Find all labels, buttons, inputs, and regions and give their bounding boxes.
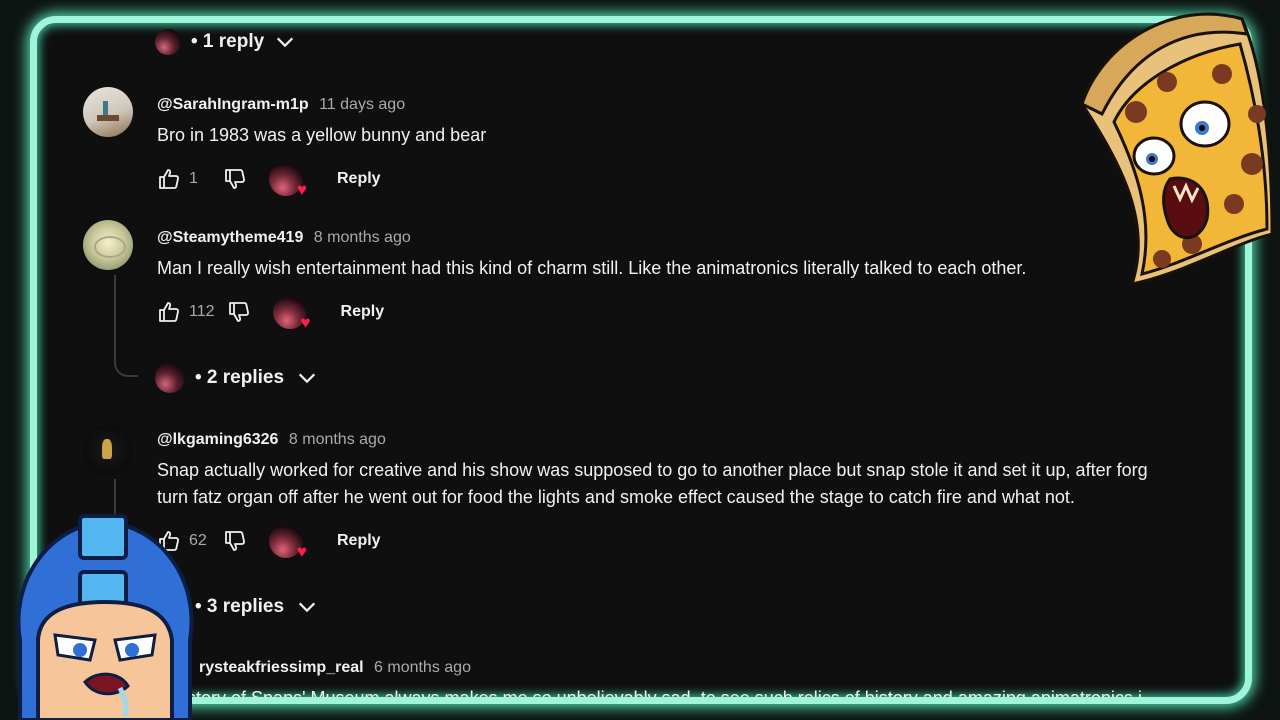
thread-connector: [114, 341, 138, 377]
comment-time[interactable]: 11 days ago: [319, 96, 405, 113]
chevron-down-icon: [298, 602, 316, 613]
avatar[interactable]: [83, 220, 133, 270]
like-count: 1: [189, 170, 198, 187]
comment-header: @Steamytheme419 8 months ago: [157, 229, 411, 247]
thumbs-down-icon[interactable]: [227, 300, 251, 324]
creator-heart-avatar: ♥: [269, 162, 307, 198]
chevron-down-icon: [277, 37, 294, 48]
comment-author[interactable]: rysteakfriessimp_real: [199, 659, 364, 676]
chevron-down-icon: [298, 373, 316, 384]
avatar[interactable]: [83, 87, 133, 137]
thumbs-down-icon[interactable]: [223, 167, 247, 191]
pizza-mascot-overlay: [1080, 12, 1274, 286]
replies-label: • 2 replies: [195, 367, 285, 388]
comment-header: @SarahIngram-m1p 11 days ago: [157, 96, 405, 114]
comment-text: the story of Snaps' Museum always makes …: [157, 688, 1142, 704]
thumbs-up-icon[interactable]: [157, 167, 181, 191]
reply-avatar: [155, 363, 185, 393]
reply-button[interactable]: Reply: [341, 303, 385, 321]
reply-button[interactable]: Reply: [337, 532, 381, 550]
comment-actions: 1 ♥ Reply: [157, 161, 381, 198]
creator-heart-avatar: ♥: [272, 295, 311, 332]
creator-heart-avatar: ♥: [269, 524, 307, 560]
comment-text: turn fatz organ off after he went out fo…: [157, 487, 1075, 507]
heart-icon: ♥: [300, 313, 311, 332]
comment-time[interactable]: 6 months ago: [374, 659, 471, 676]
replies-label: • 1 reply: [191, 31, 265, 52]
comment-header: rysteakfriessimp_real 6 months ago: [199, 659, 471, 677]
heart-icon: ♥: [296, 542, 307, 561]
comment-author[interactable]: @lkgaming6326: [157, 431, 278, 448]
comment-author[interactable]: @SarahIngram-m1p: [157, 96, 309, 113]
heart-icon: ♥: [296, 180, 307, 199]
reply-avatar: [155, 29, 181, 55]
replies-toggle[interactable]: • 2 replies: [155, 363, 318, 393]
reply-button[interactable]: Reply: [337, 170, 381, 188]
streamer-avatar-overlay: [16, 514, 194, 720]
like-count: 112: [189, 303, 215, 320]
comment-header: @lkgaming6326 8 months ago: [157, 431, 386, 449]
comment-author[interactable]: @Steamytheme419: [157, 229, 303, 246]
avatar[interactable]: [83, 425, 133, 475]
comment-actions: 112 ♥ Reply: [157, 294, 385, 332]
comment-text: Snap actually worked for creative and hi…: [157, 460, 1148, 480]
comment-text: Bro in 1983 was a yellow bunny and bear: [157, 125, 487, 145]
thumbs-up-icon[interactable]: [157, 300, 181, 324]
replies-toggle[interactable]: • 1 reply: [155, 29, 296, 55]
comment-time[interactable]: 8 months ago: [314, 229, 411, 246]
comment-text: Man I really wish entertainment had this…: [157, 258, 1027, 278]
thumbs-down-icon[interactable]: [223, 529, 247, 553]
comment-time[interactable]: 8 months ago: [289, 431, 386, 448]
